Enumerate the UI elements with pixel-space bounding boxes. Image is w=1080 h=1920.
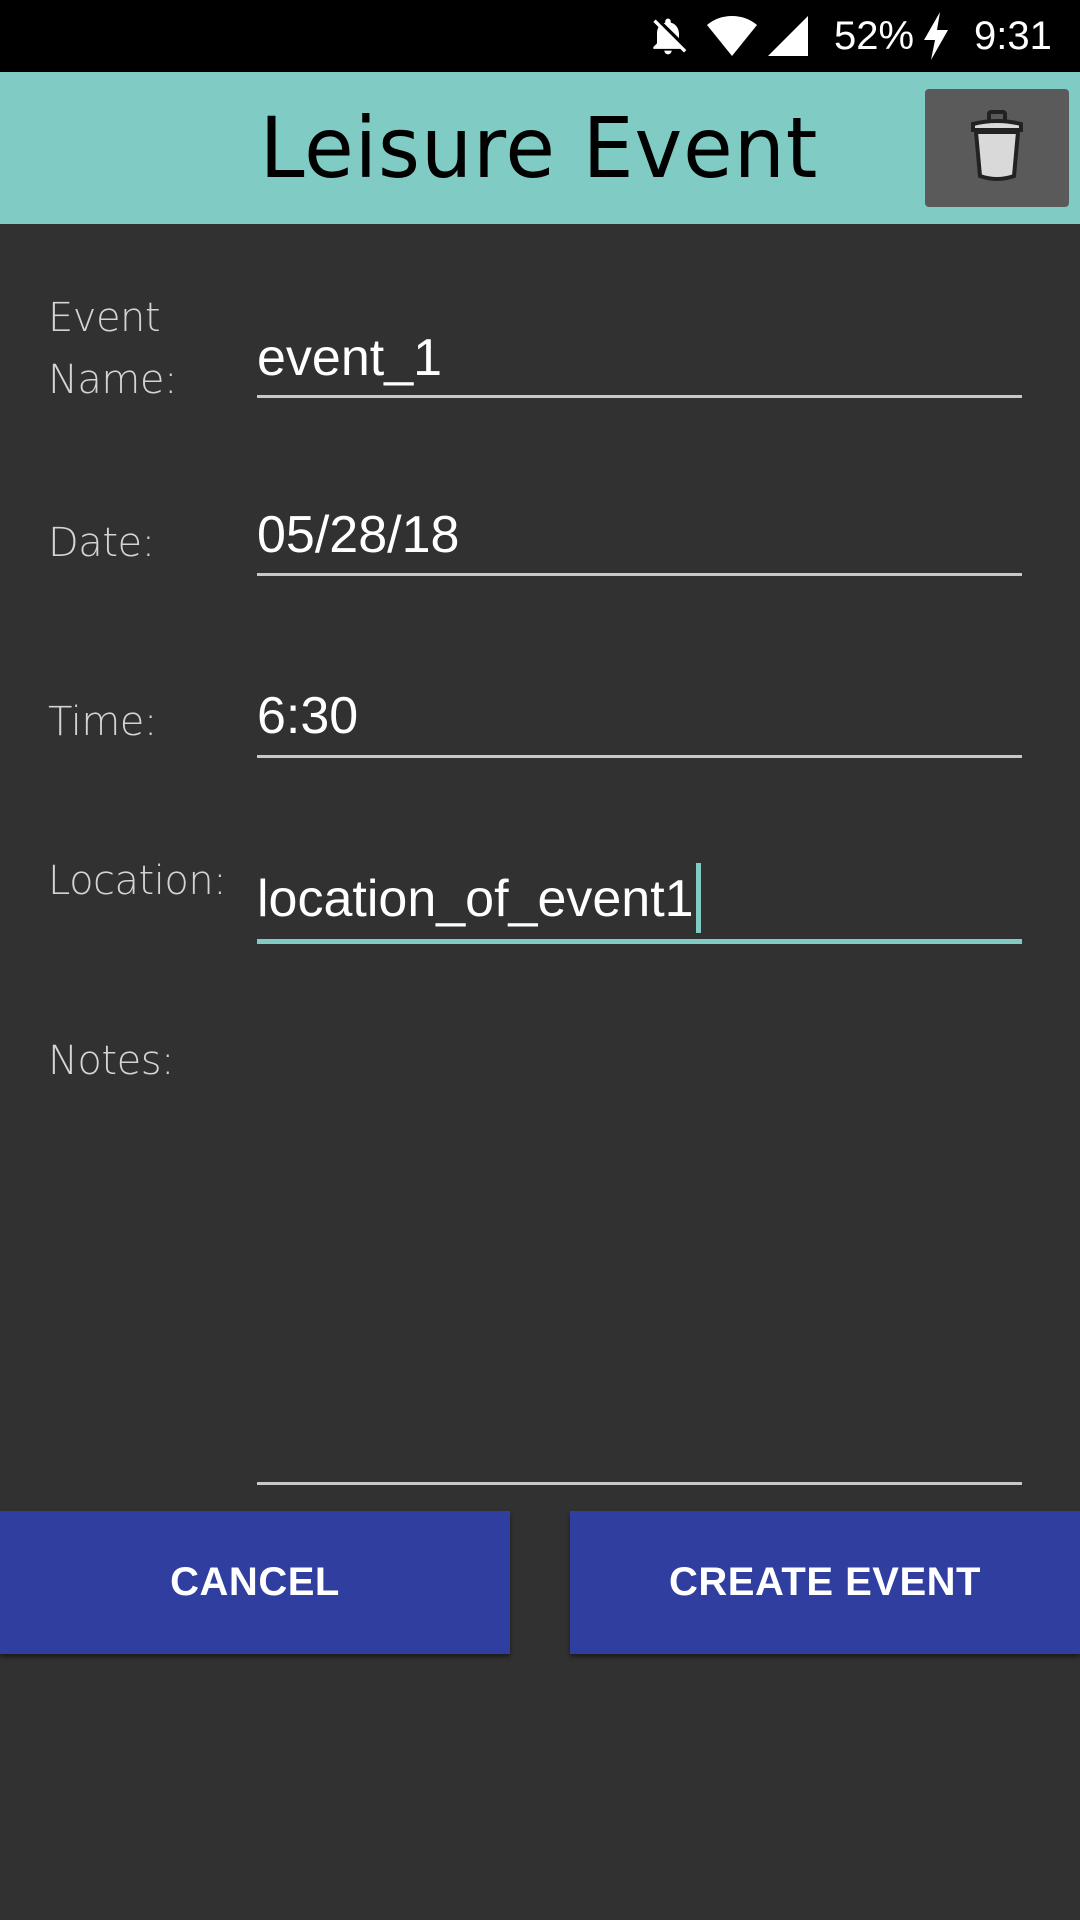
page-title: Leisure Event	[259, 99, 819, 197]
location-input-text: location_of_event1	[257, 870, 694, 928]
location-input[interactable]: location_of_event1	[257, 863, 1022, 937]
time-underline	[257, 755, 1022, 758]
status-bar: 52% 9:31	[0, 0, 1080, 72]
date-input[interactable]: 05/28/18	[257, 499, 1022, 571]
text-cursor	[695, 863, 701, 934]
event-name-input[interactable]: event_1	[257, 322, 1022, 394]
create-event-button[interactable]: CREATE EVENT	[570, 1511, 1080, 1654]
charging-bolt-icon	[922, 0, 950, 72]
notes-underline	[257, 1482, 1022, 1485]
location-label: Location:	[48, 858, 227, 904]
battery-percent: 52%	[834, 13, 915, 58]
cancel-button[interactable]: CANCEL	[0, 1511, 510, 1654]
delete-button[interactable]	[925, 89, 1069, 207]
time-label: Time:	[48, 699, 157, 745]
date-label: Date:	[48, 520, 155, 566]
location-underline	[257, 939, 1022, 944]
notes-label: Notes:	[48, 1038, 175, 1084]
event-name-underline	[257, 395, 1022, 398]
app-bar: Leisure Event	[0, 72, 1080, 224]
event-name-label-line1: Event	[48, 295, 161, 341]
trash-icon	[969, 110, 1025, 186]
event-name-label-line2: Name:	[48, 357, 177, 403]
time-input[interactable]: 6:30	[257, 680, 1022, 752]
clock: 9:31	[974, 13, 1052, 58]
notifications-off-icon	[646, 0, 690, 72]
event-name-label: Event Name:	[48, 287, 177, 411]
cell-signal-icon	[766, 0, 810, 72]
notes-input[interactable]	[257, 1030, 1022, 1470]
date-underline	[257, 573, 1022, 576]
wifi-icon	[706, 0, 758, 72]
